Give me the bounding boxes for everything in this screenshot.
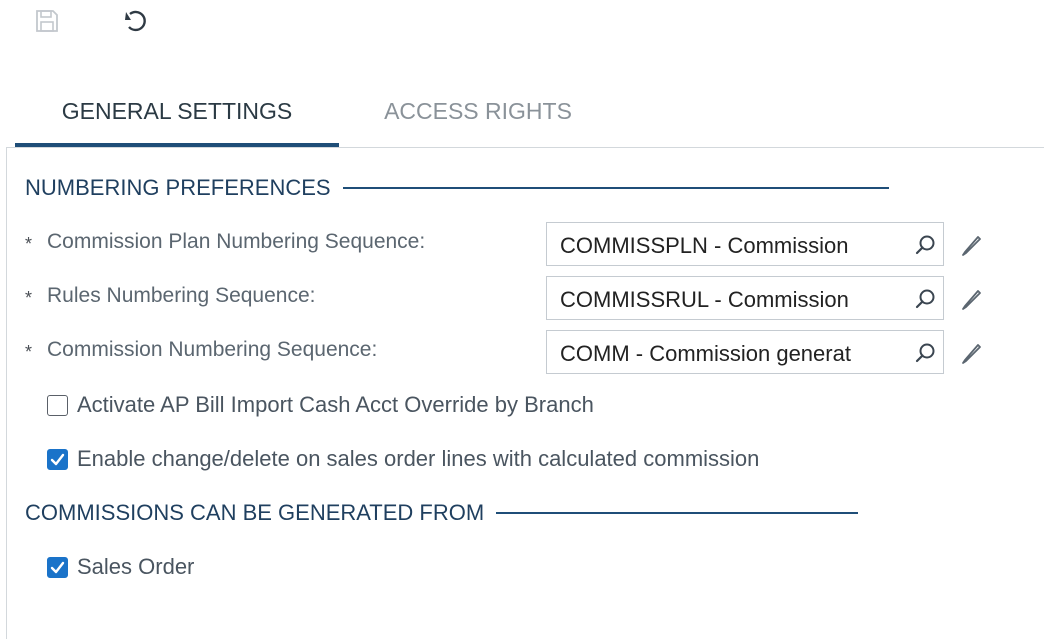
field-commission-plan-numbering: * Commission Plan Numbering Sequence: CO…: [25, 222, 1015, 270]
section-divider: [342, 187, 889, 189]
field-rules-numbering: * Rules Numbering Sequence: COMMISSRUL -…: [25, 276, 1015, 324]
commission-numbering-selector[interactable]: COMM - Commission generat: [546, 330, 944, 374]
commission-plan-numbering-selector[interactable]: COMMISSPLN - Commission: [546, 222, 944, 266]
required-marker: *: [25, 234, 33, 254]
checkbox-ap-bill-cash-override[interactable]: Activate AP Bill Import Cash Acct Overri…: [47, 392, 594, 418]
tab-general-settings[interactable]: GENERAL SETTINGS: [15, 80, 339, 146]
search-icon[interactable]: [913, 287, 937, 311]
toolbar: [0, 0, 1044, 44]
checkmark-icon: [50, 453, 65, 465]
rules-numbering-selector[interactable]: COMMISSRUL - Commission: [546, 276, 944, 320]
checkbox-box[interactable]: [47, 448, 68, 470]
required-marker: *: [25, 288, 33, 308]
pencil-icon[interactable]: [959, 340, 985, 366]
selector-value[interactable]: COMMISSPLN - Commission: [560, 233, 900, 259]
save-button[interactable]: [32, 6, 62, 36]
field-label: Commission Numbering Sequence:: [47, 338, 378, 361]
undo-button[interactable]: [121, 6, 151, 36]
checkbox-label: Activate AP Bill Import Cash Acct Overri…: [77, 392, 594, 417]
selector-value[interactable]: COMMISSRUL - Commission: [560, 287, 900, 313]
checkbox-box[interactable]: [47, 556, 68, 578]
checkbox-sales-order[interactable]: Sales Order: [47, 554, 194, 580]
field-commission-numbering: * Commission Numbering Sequence: COMM - …: [25, 330, 1015, 378]
section-divider: [496, 512, 859, 514]
checkmark-icon: [50, 561, 65, 573]
tab-access-rights[interactable]: ACCESS RIGHTS: [355, 80, 601, 146]
section-numbering-preferences: NUMBERING PREFERENCES: [25, 172, 947, 204]
save-icon: [36, 10, 58, 32]
section-commissions-generated-from: COMMISSIONS CAN BE GENERATED FROM: [25, 497, 945, 529]
field-label: Commission Plan Numbering Sequence:: [47, 230, 426, 253]
checkbox-enable-change-delete[interactable]: Enable change/delete on sales order line…: [47, 446, 759, 472]
checkbox-box[interactable]: [47, 394, 68, 416]
selector-value[interactable]: COMM - Commission generat: [560, 341, 900, 367]
field-label: Rules Numbering Sequence:: [47, 284, 316, 307]
search-icon[interactable]: [913, 233, 937, 257]
section-title: NUMBERING PREFERENCES: [25, 175, 331, 200]
checkbox-label: Enable change/delete on sales order line…: [77, 446, 760, 471]
tab-bar: GENERAL SETTINGS ACCESS RIGHTS: [15, 80, 1044, 150]
pencil-icon[interactable]: [959, 286, 985, 312]
undo-icon: [125, 10, 146, 32]
search-icon[interactable]: [913, 341, 937, 365]
section-title: COMMISSIONS CAN BE GENERATED FROM: [25, 500, 485, 525]
checkbox-label: Sales Order: [77, 554, 195, 579]
required-marker: *: [25, 342, 33, 362]
pencil-icon[interactable]: [959, 232, 985, 258]
